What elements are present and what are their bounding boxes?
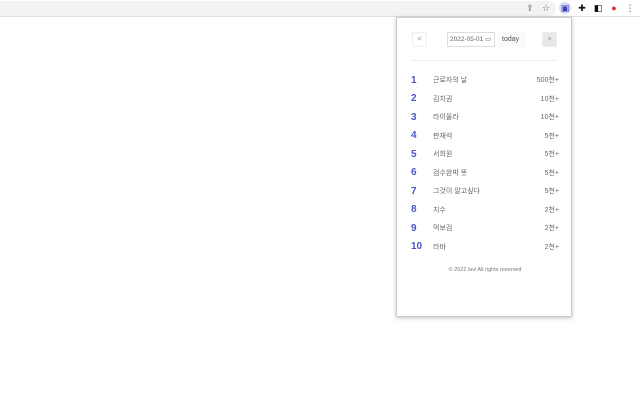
sidebar-icon[interactable]: ◧ bbox=[592, 2, 604, 14]
list-item[interactable]: 7 그것이 알고싶다 5천+ bbox=[411, 182, 559, 201]
count: 5천+ bbox=[544, 151, 559, 159]
calendar-icon[interactable]: ▭ bbox=[485, 36, 491, 43]
count: 5천+ bbox=[544, 169, 559, 177]
count: 5천+ bbox=[544, 132, 559, 140]
list-item[interactable]: 10 라바 2천+ bbox=[411, 238, 559, 257]
list-item[interactable]: 9 먹보검 2천+ bbox=[411, 219, 559, 238]
count: 500천+ bbox=[536, 77, 559, 85]
address-bar[interactable] bbox=[0, 1, 556, 16]
rank: 4 bbox=[411, 130, 417, 142]
list-item[interactable]: 8 지수 2천+ bbox=[411, 201, 559, 220]
keyword: 근로자의 날 bbox=[433, 77, 468, 85]
rank: 2 bbox=[411, 93, 417, 105]
rank: 7 bbox=[411, 185, 417, 197]
list-item[interactable]: 3 라이올라 10천+ bbox=[411, 108, 559, 127]
browser-toolbar: ⇪ ☆ ▣ ✚ ◧ ● ⋮ bbox=[0, 0, 640, 17]
share-icon[interactable]: ⇪ bbox=[524, 2, 536, 14]
trend-list: 1 근로자의 날 500천+ 2 김치권 10천+ 3 라이올라 10천+ 4 판재석 5천+ … bbox=[411, 71, 559, 256]
keyword: 검수완박 뜻 bbox=[433, 169, 468, 177]
prev-day-button[interactable]: < bbox=[412, 32, 427, 47]
count: 10천+ bbox=[540, 114, 559, 122]
next-day-button[interactable]: > bbox=[542, 32, 557, 47]
list-item[interactable]: 1 근로자의 날 500천+ bbox=[411, 71, 559, 90]
rank: 10 bbox=[411, 241, 423, 253]
rank: 3 bbox=[411, 111, 417, 123]
keyword: 지수 bbox=[433, 206, 446, 214]
extension-active-icon[interactable]: ▣ bbox=[559, 2, 571, 14]
footer-copyright: © 2022 lavi All rights reserved bbox=[448, 267, 522, 273]
keyword: 라이올라 bbox=[433, 114, 459, 122]
menu-icon[interactable]: ⋮ bbox=[624, 2, 636, 14]
keyword: 라바 bbox=[433, 243, 446, 251]
keyword: 먹보검 bbox=[433, 225, 453, 233]
rank: 1 bbox=[411, 74, 417, 86]
puzzle-icon[interactable]: ✚ bbox=[576, 2, 588, 14]
count: 5천+ bbox=[544, 188, 559, 196]
list-item[interactable]: 6 검수완박 뜻 5천+ bbox=[411, 164, 559, 183]
rank: 5 bbox=[411, 148, 417, 160]
keyword: 김치권 bbox=[433, 95, 453, 103]
date-value: 2022-05-01 bbox=[450, 36, 484, 43]
extension-popup: < 2022-05-01 ▭ today > 1 근로자의 날 500천+ 2 김치권… bbox=[396, 17, 572, 317]
keyword: 판재석 bbox=[433, 132, 453, 140]
count: 2천+ bbox=[544, 206, 559, 214]
list-item[interactable]: 4 판재석 5천+ bbox=[411, 127, 559, 146]
list-item[interactable]: 2 김치권 10천+ bbox=[411, 90, 559, 109]
count: 2천+ bbox=[544, 225, 559, 233]
star-icon[interactable]: ☆ bbox=[540, 2, 552, 14]
profile-icon[interactable]: ● bbox=[608, 2, 620, 14]
keyword: 그것이 알고싶다 bbox=[433, 188, 481, 196]
count: 2천+ bbox=[544, 243, 559, 251]
date-input[interactable]: 2022-05-01 ▭ bbox=[447, 32, 495, 47]
list-item[interactable]: 5 서희원 5천+ bbox=[411, 145, 559, 164]
today-button[interactable]: today bbox=[499, 32, 527, 47]
divider bbox=[411, 60, 557, 61]
rank: 9 bbox=[411, 222, 417, 234]
count: 10천+ bbox=[540, 95, 559, 103]
rank: 8 bbox=[411, 204, 417, 216]
rank: 6 bbox=[411, 167, 417, 179]
keyword: 서희원 bbox=[433, 151, 453, 159]
